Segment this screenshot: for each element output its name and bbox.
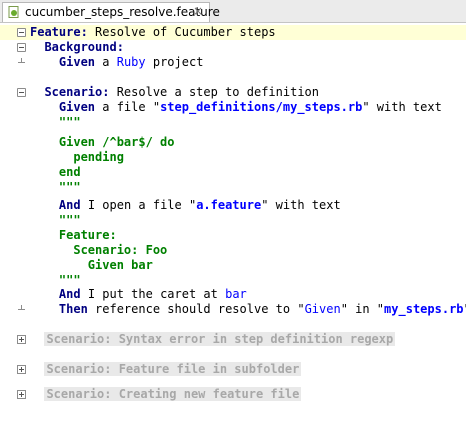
code-line-step[interactable]: Given a file "step_definitions/my_steps.… [0, 100, 466, 115]
code-line-step[interactable]: Given a Ruby project [0, 55, 466, 70]
fold-expand-icon[interactable] [17, 365, 26, 374]
step-param[interactable]: Ruby [117, 55, 146, 69]
docstring-text: Feature: [58, 228, 117, 242]
feature-title: Resolve of Cucumber steps [87, 25, 276, 39]
code-line-step[interactable]: And I put the caret at bar [0, 287, 466, 302]
step-keyword: Then [58, 302, 88, 316]
code-line-docstring[interactable]: Feature: [0, 228, 466, 243]
docstring-text: pending [73, 150, 124, 164]
step-keyword: Given [58, 100, 96, 114]
fold-expand-icon[interactable] [17, 335, 26, 344]
code-line-scenario[interactable]: Scenario: Resolve a step to definition [0, 85, 466, 100]
close-icon[interactable]: × [193, 4, 203, 18]
background-keyword: Background: [44, 40, 124, 54]
code-line-docstring[interactable]: pending [0, 150, 466, 165]
step-text: I open a file " [80, 198, 197, 212]
code-line-docstring[interactable]: """ [0, 213, 466, 228]
step-param[interactable]: a.feature [196, 198, 261, 212]
code-line-docstring[interactable]: Given bar [0, 258, 466, 273]
folded-scenario-label[interactable]: Scenario: Creating new feature file [44, 387, 302, 401]
code-line-docstring[interactable]: Given /^bar$/ do [0, 135, 466, 150]
scenario-title: Resolve a step to definition [109, 85, 319, 99]
editor-tab-bar: cucumber_steps_resolve.feature × [0, 0, 466, 23]
code-line-docstring[interactable]: Scenario: Foo [0, 243, 466, 258]
code-line-feature[interactable]: Feature: Resolve of Cucumber steps [0, 25, 466, 40]
folded-scenario[interactable]: Scenario: Syntax error in step definitio… [0, 332, 466, 347]
step-keyword: And [58, 198, 81, 212]
fold-end-icon[interactable] [17, 305, 26, 313]
folded-scenario[interactable]: Scenario: Creating new feature file [0, 387, 466, 402]
folded-scenario-label[interactable]: Scenario: Feature file in subfolder [44, 362, 302, 376]
folded-scenario-label[interactable]: Scenario: Syntax error in step definitio… [44, 332, 396, 346]
docstring-text: Given /^bar$/ do [58, 135, 175, 149]
docstring-text: Scenario: Foo [73, 243, 168, 257]
step-param[interactable]: bar [225, 287, 247, 301]
step-keyword: Given [58, 55, 96, 69]
docstring-delimiter: """ [58, 273, 81, 287]
code-editor[interactable]: Feature: Resolve of Cucumber steps Backg… [0, 23, 466, 401]
step-text: project [145, 55, 204, 69]
step-param[interactable]: Given [305, 302, 341, 316]
step-param[interactable]: my_steps.rb [384, 302, 463, 316]
step-text: a file " [95, 100, 161, 114]
cucumber-feature-icon [8, 6, 19, 18]
tab-cucumber-steps-resolve[interactable]: cucumber_steps_resolve.feature × [2, 2, 220, 22]
folded-scenario[interactable]: Scenario: Feature file in subfolder [0, 362, 466, 377]
step-param[interactable]: step_definitions/my_steps.rb [160, 100, 362, 114]
fold-end-icon[interactable] [17, 58, 26, 66]
docstring-delimiter: """ [58, 115, 81, 129]
docstring-delimiter: """ [58, 180, 81, 194]
code-line-docstring[interactable]: end [0, 165, 466, 180]
step-text: " in " [340, 302, 385, 316]
step-text: " with text [261, 198, 341, 212]
docstring-delimiter: """ [58, 213, 81, 227]
fold-collapse-icon[interactable] [17, 43, 26, 52]
fold-collapse-icon[interactable] [17, 28, 26, 37]
step-text: a [95, 55, 117, 69]
step-text: I put the caret at [80, 287, 226, 301]
step-keyword: And [58, 287, 81, 301]
fold-expand-icon[interactable] [17, 390, 26, 399]
feature-keyword: Feature: [30, 25, 88, 39]
code-line-docstring[interactable]: """ [0, 273, 466, 288]
scenario-keyword: Scenario: [44, 85, 110, 99]
code-line-docstring[interactable]: """ [0, 180, 466, 195]
code-line-step[interactable]: Then reference should resolve to "Given"… [0, 302, 466, 317]
code-line-step[interactable]: And I open a file "a.feature" with text [0, 198, 466, 213]
tab-label: cucumber_steps_resolve.feature [25, 5, 220, 19]
code-line-background[interactable]: Background: [0, 40, 466, 55]
step-text: " with text [362, 100, 442, 114]
code-line-docstring[interactable]: """ [0, 115, 466, 130]
step-text: reference should resolve to " [87, 302, 305, 316]
docstring-text: Given bar [87, 258, 153, 272]
fold-collapse-icon[interactable] [17, 88, 26, 97]
docstring-text: end [58, 165, 81, 179]
